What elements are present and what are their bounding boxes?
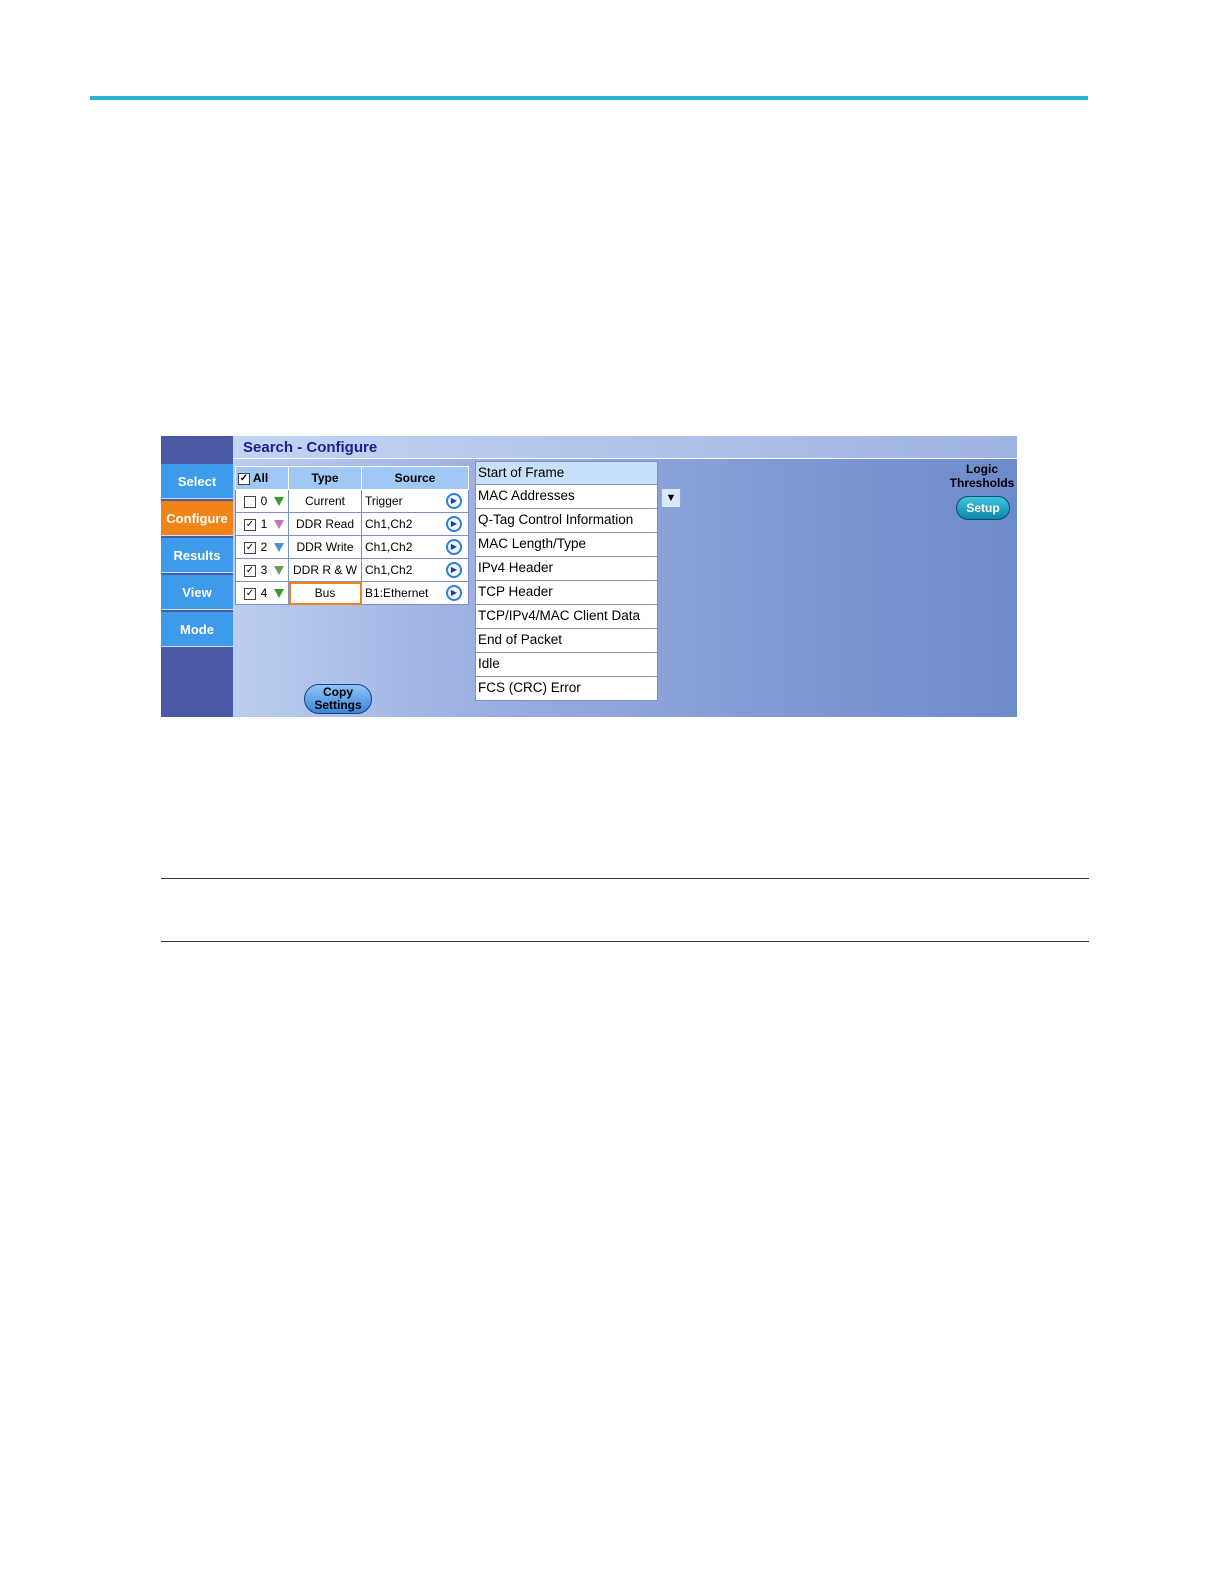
list-item[interactable]: FCS (CRC) Error xyxy=(475,677,658,701)
copy-settings-line2: Settings xyxy=(314,698,362,712)
row-type[interactable]: DDR Write xyxy=(288,535,362,559)
row-index: 3 xyxy=(260,563,268,577)
row-source-cell: Ch1,Ch2 ▶ xyxy=(361,558,469,582)
table-row[interactable]: ✓ 4 Bus B1:Ethernet ▶ xyxy=(235,581,469,605)
row-index: 4 xyxy=(260,586,268,600)
row-select-cell[interactable]: ✓ 3 xyxy=(235,558,289,582)
row-source-cell: Ch1,Ch2 ▶ xyxy=(361,535,469,559)
table-row[interactable]: 0 Current Trigger ▶ xyxy=(235,489,469,513)
row-select-cell[interactable]: 0 xyxy=(235,489,289,513)
row-index: 1 xyxy=(260,517,268,531)
play-arrow-icon[interactable]: ▶ xyxy=(446,562,462,578)
logic-label: Logic xyxy=(966,462,998,476)
row-type[interactable]: DDR Read xyxy=(288,512,362,536)
divider-top xyxy=(161,878,1089,879)
row-source: Ch1,Ch2 xyxy=(365,540,413,554)
marker-triangle-icon xyxy=(274,520,284,530)
row-select-cell[interactable]: ✓ 1 xyxy=(235,512,289,536)
all-checkbox[interactable]: ✓ xyxy=(238,472,250,485)
nav-configure[interactable]: Configure xyxy=(161,501,233,536)
row-source-cell: B1:Ethernet ▶ xyxy=(361,581,469,605)
play-arrow-icon[interactable]: ▶ xyxy=(446,585,462,601)
table-row[interactable]: ✓ 3 DDR R & W Ch1,Ch2 ▶ xyxy=(235,558,469,582)
dropdown-arrow-icon[interactable]: ▼ xyxy=(661,488,681,508)
search-type-list: Start of Frame MAC Addresses Q-Tag Control… xyxy=(475,461,658,701)
divider-bottom xyxy=(161,941,1089,942)
nav-select[interactable]: Select xyxy=(161,464,233,499)
side-nav: Select Configure Results View Mode xyxy=(161,436,233,717)
search-configure-panel: Select Configure Results View Mode Searc… xyxy=(161,436,1017,717)
search-table: ✓ All Type Source 0 Current Trigger ▶ ✓ 1 DDR … xyxy=(235,466,469,605)
marker-triangle-icon xyxy=(274,543,284,553)
row-checkbox[interactable]: ✓ xyxy=(244,541,256,554)
list-item[interactable]: MAC Length/Type xyxy=(475,533,658,557)
header-rule xyxy=(90,96,1088,100)
row-checkbox[interactable]: ✓ xyxy=(244,564,256,577)
list-item[interactable]: Start of Frame xyxy=(475,461,658,485)
nav-results[interactable]: Results xyxy=(161,538,233,573)
row-type[interactable]: Current xyxy=(288,489,362,513)
list-item[interactable]: MAC Addresses xyxy=(475,485,658,509)
row-index: 2 xyxy=(260,540,268,554)
all-header[interactable]: ✓ All xyxy=(235,466,289,490)
row-type[interactable]: Bus xyxy=(288,581,362,605)
list-item[interactable]: Q-Tag Control Information xyxy=(475,509,658,533)
row-source: Ch1,Ch2 xyxy=(365,517,413,531)
thresholds-label: Thresholds xyxy=(949,476,1015,490)
row-checkbox[interactable] xyxy=(244,495,256,508)
list-item[interactable]: TCP/IPv4/MAC Client Data xyxy=(475,605,658,629)
row-type[interactable]: DDR R & W xyxy=(288,558,362,582)
setup-button[interactable]: Setup xyxy=(956,496,1010,520)
logic-thresholds-label: Logic Thresholds xyxy=(945,462,1017,490)
row-source-cell: Trigger ▶ xyxy=(361,489,469,513)
row-source-cell: Ch1,Ch2 ▶ xyxy=(361,512,469,536)
list-item[interactable]: IPv4 Header xyxy=(475,557,658,581)
type-header: Type xyxy=(288,466,362,490)
list-item[interactable]: Idle xyxy=(475,653,658,677)
table-row[interactable]: ✓ 2 DDR Write Ch1,Ch2 ▶ xyxy=(235,535,469,559)
play-arrow-icon[interactable]: ▶ xyxy=(446,539,462,555)
row-checkbox[interactable]: ✓ xyxy=(244,518,256,531)
title-bar: Search - Configure xyxy=(233,436,1017,459)
source-header: Source xyxy=(361,466,469,490)
play-arrow-icon[interactable]: ▶ xyxy=(446,516,462,532)
all-label: All xyxy=(252,471,269,485)
row-select-cell[interactable]: ✓ 4 xyxy=(235,581,289,605)
list-item[interactable]: End of Packet xyxy=(475,629,658,653)
table-row[interactable]: ✓ 1 DDR Read Ch1,Ch2 ▶ xyxy=(235,512,469,536)
window-title: Search - Configure xyxy=(243,439,378,456)
list-item[interactable]: TCP Header xyxy=(475,581,658,605)
row-checkbox[interactable]: ✓ xyxy=(244,587,256,600)
row-source: Ch1,Ch2 xyxy=(365,563,413,577)
row-source: Trigger xyxy=(365,494,403,508)
marker-triangle-icon xyxy=(274,566,284,576)
row-source: B1:Ethernet xyxy=(365,586,429,600)
marker-triangle-icon xyxy=(274,497,284,507)
row-select-cell[interactable]: ✓ 2 xyxy=(235,535,289,559)
play-arrow-icon[interactable]: ▶ xyxy=(446,493,462,509)
nav-mode[interactable]: Mode xyxy=(161,612,233,647)
nav-view[interactable]: View xyxy=(161,575,233,610)
copy-settings-button[interactable]: Copy Settings xyxy=(304,684,372,714)
row-index: 0 xyxy=(260,494,268,508)
marker-triangle-icon xyxy=(274,589,284,599)
